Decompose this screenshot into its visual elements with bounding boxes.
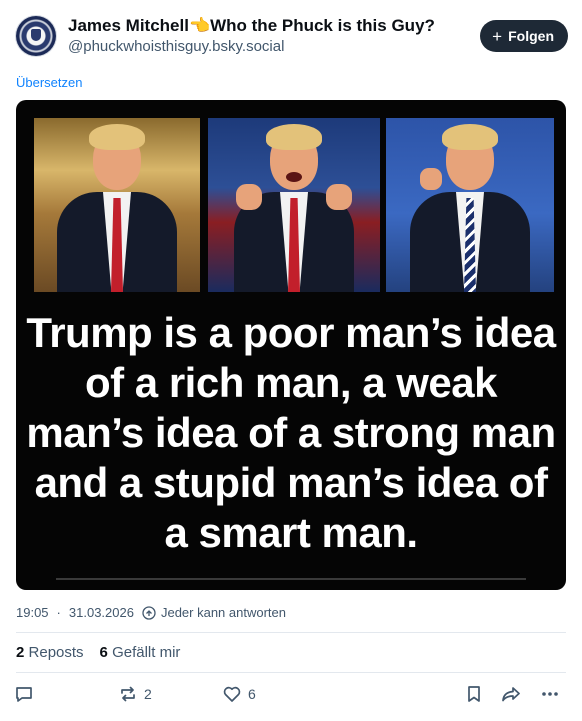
avatar[interactable]	[16, 16, 56, 56]
reply-setting-icon	[142, 605, 156, 620]
reposts-count: 2	[16, 644, 25, 661]
likes-count: 6	[99, 644, 108, 661]
repost-icon	[121, 686, 135, 702]
author-handle[interactable]: @phuckwhoisthisguy.bsky.social	[68, 38, 284, 55]
bookmark-icon	[468, 686, 480, 702]
meta-separator: ·	[56, 605, 61, 620]
post-meta: 19:05 · 31.03.2026 Jeder kann antworten	[16, 605, 286, 620]
post-time[interactable]: 19:05	[16, 605, 49, 620]
post-header: James Mitchell👈Who the Phuck is this Guy…	[14, 14, 568, 60]
reply-setting[interactable]: Jeder kann antworten	[142, 605, 286, 620]
follow-label: Folgen	[508, 28, 554, 44]
reply-icon	[16, 687, 32, 702]
post-actions: 2 6	[14, 684, 568, 708]
photo-panel-center	[208, 118, 380, 292]
repost-button[interactable]: 2	[118, 684, 152, 704]
image-quote-text: Trump is a poor man’s idea of a rich man…	[26, 309, 556, 556]
repost-count: 2	[144, 686, 152, 702]
likes-stat[interactable]: 6 Gefällt mir	[100, 644, 181, 661]
photo-panel-right	[386, 118, 554, 292]
author-display-name[interactable]: James Mitchell👈Who the Phuck is this Guy…	[68, 16, 435, 36]
divider	[16, 672, 566, 673]
heart-icon	[223, 686, 241, 702]
translate-link[interactable]: Übersetzen	[16, 75, 82, 90]
follow-button[interactable]: + Folgen	[480, 20, 568, 52]
like-count: 6	[248, 686, 256, 702]
reply-button[interactable]	[14, 684, 34, 704]
plus-icon: +	[492, 26, 503, 46]
reply-setting-label: Jeder kann antworten	[160, 605, 286, 620]
like-button[interactable]: 6	[222, 684, 256, 704]
image-divider	[56, 578, 526, 580]
bookmark-button[interactable]	[464, 684, 484, 704]
more-button[interactable]	[540, 684, 560, 704]
post-date[interactable]: 31.03.2026	[69, 605, 134, 620]
reposts-stat[interactable]: 2 Reposts	[16, 644, 84, 661]
more-icon	[542, 692, 558, 696]
engagement-stats: 2 Reposts 6 Gefällt mir	[16, 644, 180, 661]
share-button[interactable]	[500, 684, 522, 704]
post-image[interactable]: Trump is a poor man’s idea of a rich man…	[16, 100, 566, 590]
reposts-label: Reposts	[28, 644, 84, 661]
share-icon	[502, 687, 520, 702]
photo-panel-left	[34, 118, 200, 292]
likes-label: Gefällt mir	[112, 644, 181, 661]
divider	[16, 632, 566, 633]
